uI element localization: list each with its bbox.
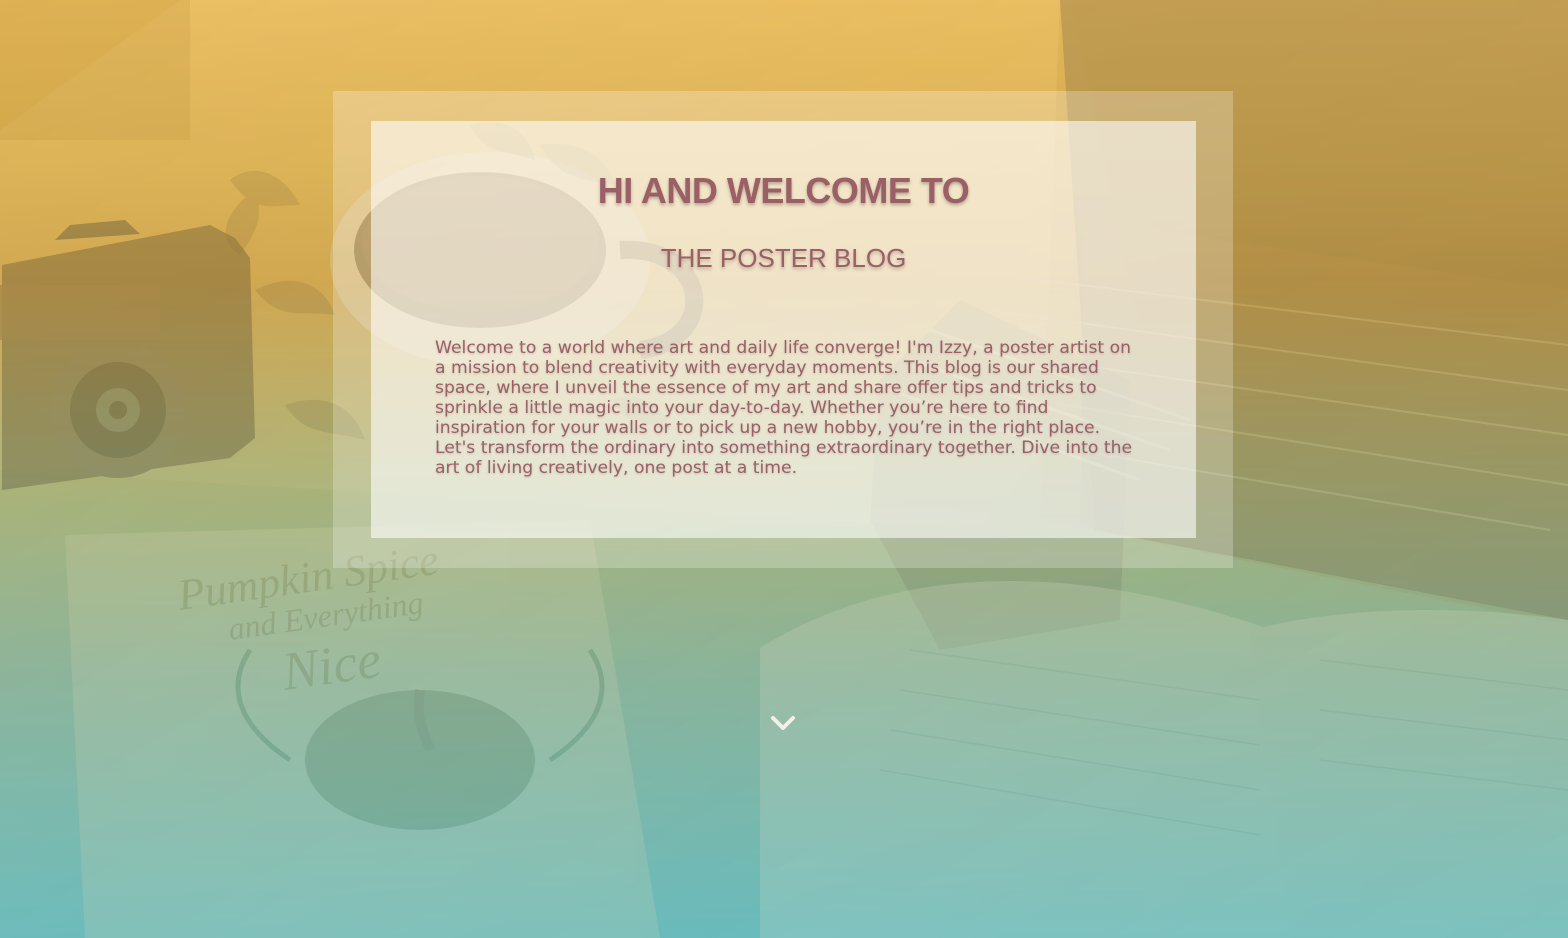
chevron-down-icon[interactable] bbox=[768, 710, 798, 736]
pumpkin-card: Pumpkin Spice and Everything Nice bbox=[65, 520, 660, 938]
welcome-intro: Welcome to a world where art and daily l… bbox=[435, 338, 1133, 478]
hero-section: Pumpkin Spice and Everything Nice HI AND… bbox=[0, 0, 1568, 938]
welcome-heading: HI AND WELCOME TO bbox=[597, 170, 970, 211]
open-notebook bbox=[760, 580, 1568, 938]
blog-title: THE POSTER BLOG bbox=[660, 243, 907, 273]
camera-icon bbox=[0, 220, 255, 490]
